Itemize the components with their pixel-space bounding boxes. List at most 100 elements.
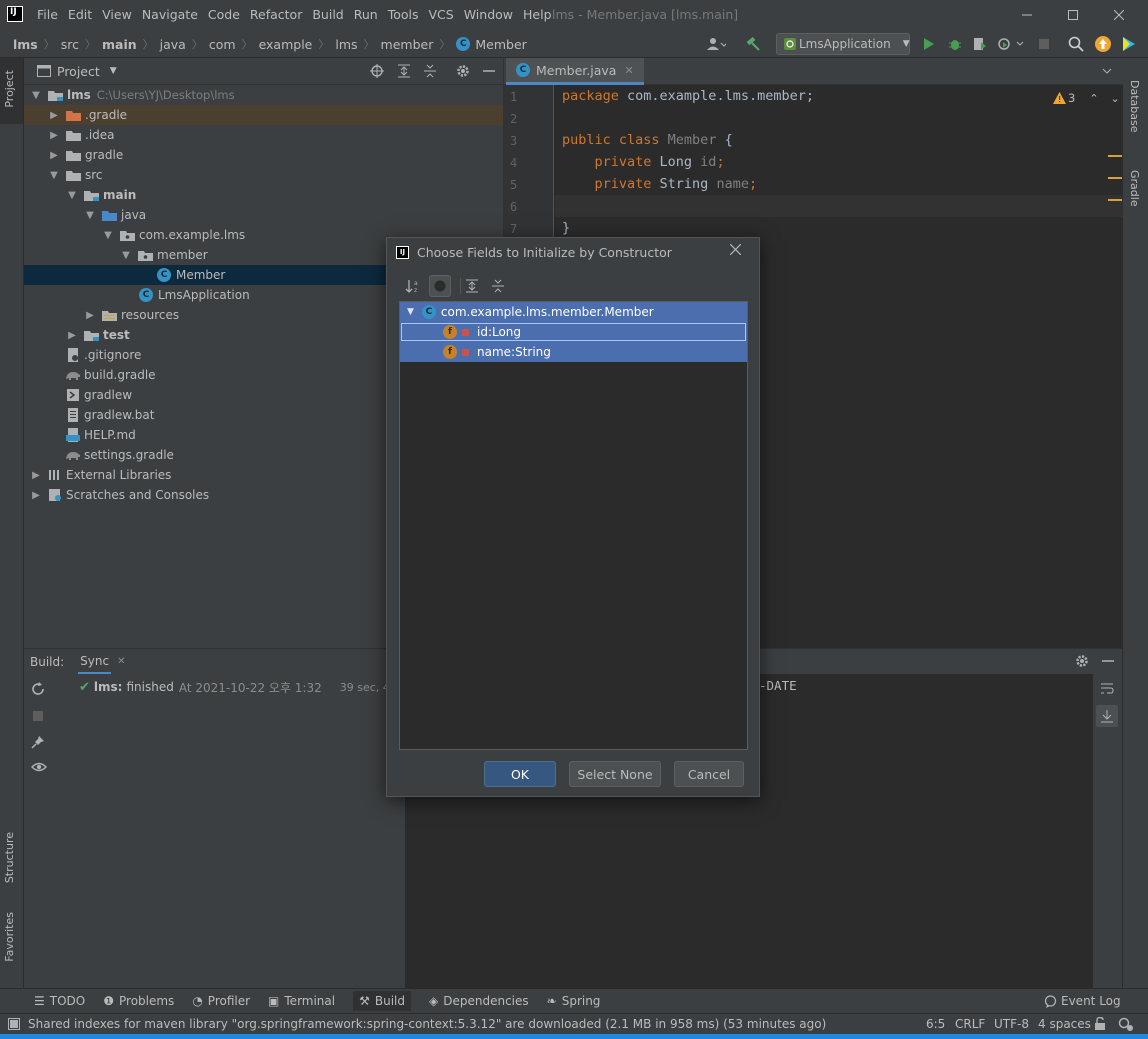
- chevron-down-icon[interactable]: ▼: [407, 307, 414, 317]
- cancel-button[interactable]: Cancel: [674, 761, 744, 787]
- indent-setting[interactable]: 4 spaces: [1038, 1017, 1091, 1031]
- close-tab-icon[interactable]: ✕: [117, 656, 125, 667]
- gradle-tool-tab[interactable]: Gradle: [1123, 154, 1148, 214]
- warning-stripe[interactable]: [1108, 199, 1122, 201]
- tree-item-gradle[interactable]: ▶ gradle: [24, 145, 503, 165]
- file-encoding[interactable]: UTF-8: [994, 1017, 1029, 1031]
- tree-item-src[interactable]: ▼ src: [24, 165, 503, 185]
- breadcrumb-item[interactable]: lms: [335, 37, 357, 52]
- search-everywhere-button[interactable]: [1067, 35, 1085, 53]
- member-chooser-list[interactable]: ▼ C com.example.lms.member.Member f id:L…: [399, 301, 748, 750]
- inspector-icon[interactable]: [1118, 1017, 1134, 1031]
- profile-button[interactable]: [996, 36, 1026, 52]
- hide-panel-icon[interactable]: [1102, 654, 1114, 668]
- tool-tab-build[interactable]: ⚒ Build: [353, 991, 411, 1011]
- tree-item-dot-gradle[interactable]: ▶ .gradle: [24, 105, 503, 125]
- menu-navigate[interactable]: Navigate: [142, 0, 198, 30]
- project-panel-title[interactable]: Project: [57, 64, 100, 79]
- menu-code[interactable]: Code: [208, 0, 240, 30]
- menu-view[interactable]: View: [102, 0, 132, 30]
- stop-button[interactable]: [1036, 36, 1052, 52]
- breadcrumb-item[interactable]: java: [160, 37, 186, 52]
- soft-wrap-icon[interactable]: [1100, 682, 1114, 696]
- menu-help[interactable]: Help: [523, 0, 552, 30]
- build-hammer-icon[interactable]: [744, 36, 762, 52]
- stop-icon[interactable]: [32, 710, 44, 722]
- project-tool-tab[interactable]: Project: [0, 58, 23, 124]
- tool-tab-profiler[interactable]: ◔ Profiler: [192, 994, 250, 1008]
- editor-tab-member-java[interactable]: C Member.java ✕: [506, 58, 644, 85]
- collapse-all-icon[interactable]: [491, 279, 505, 293]
- scroll-to-end-icon[interactable]: [1096, 705, 1118, 727]
- resync-icon[interactable]: [31, 682, 45, 696]
- tab-sync[interactable]: Sync: [78, 650, 112, 674]
- event-log-tab[interactable]: Event Log: [1044, 994, 1121, 1008]
- expand-all-icon[interactable]: [465, 279, 479, 293]
- select-none-button[interactable]: Select None: [569, 761, 661, 787]
- menu-vcs[interactable]: VCS: [429, 0, 454, 30]
- caret-position[interactable]: 6:5: [926, 1017, 945, 1031]
- tree-item-main[interactable]: ▼ main: [24, 185, 503, 205]
- toggle-tool-windows-icon[interactable]: [8, 1018, 20, 1030]
- field-row-name[interactable]: f name:String: [400, 342, 747, 362]
- chevron-down-icon[interactable]: ▼: [110, 66, 117, 76]
- tree-item-lms[interactable]: ▼ lms C:\Users\YJ\Desktop\lms: [24, 85, 503, 105]
- menu-edit[interactable]: Edit: [68, 0, 92, 30]
- breadcrumb-item[interactable]: com: [209, 37, 236, 52]
- sort-alphabetically-icon[interactable]: az: [405, 278, 421, 294]
- chevron-down-icon[interactable]: ⌄: [1111, 92, 1120, 105]
- dialog-close-button[interactable]: [730, 244, 741, 255]
- tool-tab-problems[interactable]: ❶ Problems: [103, 994, 174, 1008]
- warning-stripe[interactable]: [1108, 155, 1122, 157]
- breadcrumb-item[interactable]: member: [381, 37, 434, 52]
- collapse-all-icon[interactable]: [423, 64, 437, 78]
- class-node[interactable]: ▼ C com.example.lms.member.Member: [400, 302, 747, 322]
- breadcrumb-item[interactable]: src: [61, 37, 79, 52]
- tool-tab-spring[interactable]: ❧ Spring: [547, 994, 601, 1008]
- line-separator[interactable]: CRLF: [955, 1017, 985, 1031]
- minimize-button[interactable]: [1004, 0, 1050, 30]
- maximize-button[interactable]: [1050, 0, 1096, 30]
- tree-item-dot-idea[interactable]: ▶ .idea: [24, 125, 503, 145]
- warning-stripe[interactable]: [1108, 177, 1122, 179]
- code-line[interactable]: }: [562, 220, 570, 236]
- hide-panel-icon[interactable]: [483, 64, 495, 78]
- ok-button[interactable]: OK: [484, 761, 556, 787]
- settings-gear-icon[interactable]: [456, 64, 470, 78]
- tool-tab-terminal[interactable]: ▣ Terminal: [268, 994, 335, 1008]
- code-line[interactable]: public class Member {: [562, 132, 733, 148]
- menu-tools[interactable]: Tools: [388, 0, 419, 30]
- menu-refactor[interactable]: Refactor: [250, 0, 302, 30]
- structure-tool-tab[interactable]: Structure: [0, 828, 23, 898]
- field-row-id[interactable]: f id:Long: [400, 322, 747, 342]
- pin-icon[interactable]: [31, 735, 45, 749]
- run-button[interactable]: [921, 36, 937, 52]
- breadcrumb-item[interactable]: Member: [475, 37, 526, 52]
- run-configuration-select[interactable]: LmsApplication ▼: [776, 33, 910, 55]
- coverage-button[interactable]: [972, 36, 988, 52]
- show-fields-toggle[interactable]: [429, 275, 451, 297]
- code-line[interactable]: private String name;: [562, 176, 758, 192]
- code-with-me-button[interactable]: [1120, 35, 1138, 53]
- menu-window[interactable]: Window: [464, 0, 513, 30]
- menu-build[interactable]: Build: [312, 0, 343, 30]
- user-icon[interactable]: [704, 36, 728, 52]
- build-result-row[interactable]: ✔ lms: finished At 2021-10-22 오후 1:32 39…: [79, 678, 404, 696]
- updates-button[interactable]: [1094, 35, 1112, 53]
- eye-icon[interactable]: [31, 761, 47, 773]
- tree-item-java[interactable]: ▼ java: [24, 205, 503, 225]
- code-line[interactable]: private Long id;: [562, 154, 725, 170]
- tool-tab-todo[interactable]: ☰ TODO: [34, 994, 85, 1008]
- breadcrumb-item[interactable]: main: [102, 37, 137, 52]
- inspection-widget[interactable]: 3 ⌃ ⌄: [1053, 91, 1120, 105]
- database-tool-tab[interactable]: Database: [1123, 66, 1148, 146]
- breadcrumb-item[interactable]: example: [259, 37, 313, 52]
- close-window-button[interactable]: [1096, 0, 1142, 30]
- breadcrumb-item[interactable]: lms: [13, 37, 38, 52]
- debug-button[interactable]: [947, 36, 963, 52]
- settings-gear-icon[interactable]: [1075, 654, 1089, 668]
- unlock-icon[interactable]: [1094, 1017, 1106, 1031]
- favorites-tool-tab[interactable]: Favorites: [0, 910, 23, 980]
- locate-file-icon[interactable]: [370, 64, 384, 78]
- code-line[interactable]: package com.example.lms.member;: [562, 88, 814, 104]
